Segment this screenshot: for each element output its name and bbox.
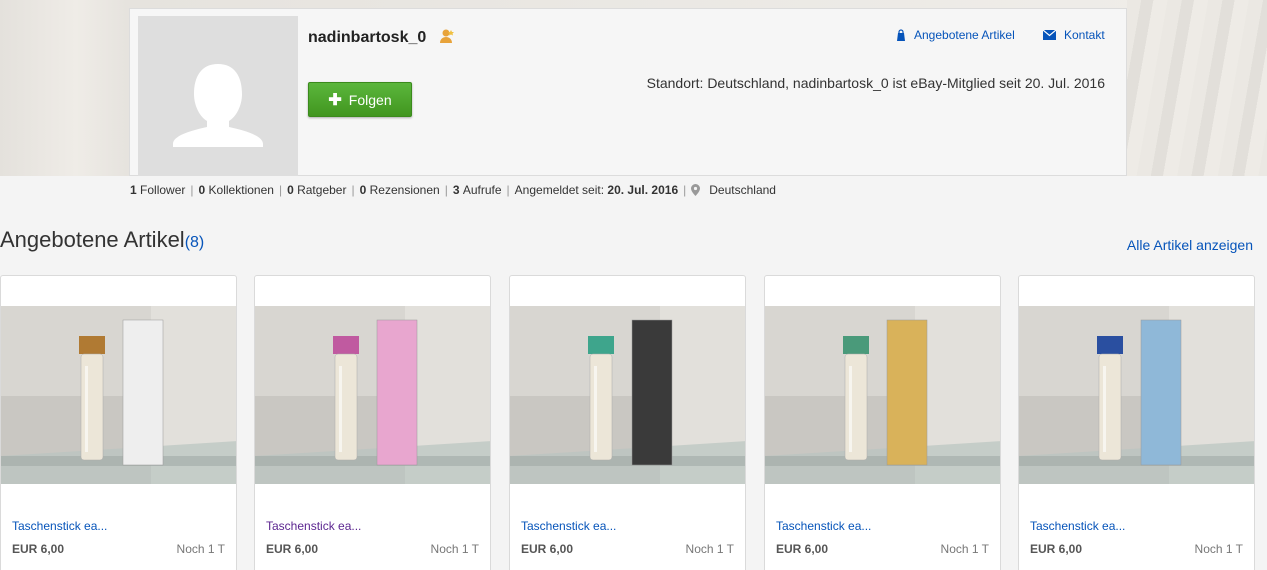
item-price: EUR 6,00 bbox=[12, 542, 65, 556]
item-photo[interactable] bbox=[1019, 306, 1254, 484]
user-silhouette-icon bbox=[138, 16, 298, 176]
location-label: Deutschland bbox=[709, 183, 776, 197]
item-card[interactable]: Taschenstick ea... EUR 6,00 Noch 1 T bbox=[509, 275, 746, 570]
divider: | bbox=[444, 183, 448, 197]
offered-items-link[interactable]: Angebotene Artikel bbox=[896, 28, 1015, 42]
new-member-badge-icon bbox=[439, 28, 455, 49]
item-photo[interactable] bbox=[255, 306, 490, 484]
item-title[interactable]: Taschenstick ea... bbox=[12, 519, 107, 533]
contact-link[interactable]: Kontakt bbox=[1043, 28, 1105, 42]
guides-label[interactable]: Ratgeber bbox=[297, 183, 346, 197]
section-item-count[interactable]: (8) bbox=[185, 234, 205, 251]
bag-icon bbox=[897, 29, 905, 41]
followers-label[interactable]: Follower bbox=[140, 183, 185, 197]
item-card[interactable]: Taschenstick ea... EUR 6,00 Noch 1 T bbox=[1018, 275, 1255, 570]
item-photo[interactable] bbox=[510, 306, 745, 484]
username[interactable]: nadinbartosk_0 bbox=[308, 29, 426, 47]
item-card[interactable]: Taschenstick ea... EUR 6,00 Noch 1 T bbox=[0, 275, 237, 570]
reviews-label[interactable]: Rezensionen bbox=[370, 183, 440, 197]
collections-label[interactable]: Kollektionen bbox=[209, 183, 274, 197]
divider: | bbox=[278, 183, 283, 197]
avatar[interactable] bbox=[138, 16, 298, 176]
item-title[interactable]: Taschenstick ea... bbox=[521, 519, 616, 533]
item-time-left: Noch 1 T bbox=[940, 542, 989, 556]
envelope-icon bbox=[1043, 30, 1056, 40]
follow-button[interactable]: ✚ Folgen bbox=[308, 82, 412, 117]
location-pin-icon bbox=[691, 184, 701, 196]
stats-bar: 1 Follower | 0 Kollektionen | 0 Ratgeber… bbox=[130, 183, 776, 197]
item-time-left: Noch 1 T bbox=[176, 542, 225, 556]
item-card[interactable]: Taschenstick ea... EUR 6,00 Noch 1 T bbox=[254, 275, 491, 570]
collections-count: 0 bbox=[198, 183, 206, 197]
section-title: Angebotene Artikel(8) bbox=[0, 227, 204, 253]
divider: | bbox=[190, 183, 194, 197]
views-count: 3 bbox=[452, 183, 460, 197]
guides-count: 0 bbox=[287, 183, 294, 197]
item-price: EUR 6,00 bbox=[521, 542, 574, 556]
views-label: Aufrufe bbox=[462, 183, 502, 197]
plus-icon: ✚ bbox=[328, 91, 342, 109]
member-since-label: Angemeldet seit: bbox=[514, 183, 605, 197]
followers-count: 1 bbox=[130, 183, 137, 197]
offered-items-label: Angebotene Artikel bbox=[914, 28, 1015, 42]
item-photo[interactable] bbox=[765, 306, 1000, 484]
reviews-count: 0 bbox=[359, 183, 367, 197]
divider: | bbox=[351, 183, 355, 197]
divider: | bbox=[506, 183, 510, 197]
item-title[interactable]: Taschenstick ea... bbox=[776, 519, 871, 533]
follow-label: Folgen bbox=[348, 91, 392, 108]
item-time-left: Noch 1 T bbox=[430, 542, 479, 556]
profile-card: nadinbartosk_0 ✚ Folgen Angebotene Artik… bbox=[129, 8, 1127, 176]
item-price: EUR 6,00 bbox=[1030, 542, 1083, 556]
item-time-left: Noch 1 T bbox=[1194, 542, 1243, 556]
item-title[interactable]: Taschenstick ea... bbox=[266, 519, 361, 533]
item-title[interactable]: Taschenstick ea... bbox=[1030, 519, 1125, 533]
item-photo[interactable] bbox=[1, 306, 236, 484]
view-all-items-link[interactable]: Alle Artikel anzeigen bbox=[1127, 237, 1253, 253]
divider: | bbox=[683, 183, 687, 197]
section-title-text: Angebotene Artikel bbox=[0, 227, 185, 252]
item-price: EUR 6,00 bbox=[266, 542, 319, 556]
item-price: EUR 6,00 bbox=[776, 542, 829, 556]
contact-label: Kontakt bbox=[1064, 28, 1105, 42]
location-membership-text: Standort: Deutschland, nadinbartosk_0 is… bbox=[646, 75, 1105, 91]
item-card[interactable]: Taschenstick ea... EUR 6,00 Noch 1 T bbox=[764, 275, 1001, 570]
item-time-left: Noch 1 T bbox=[685, 542, 734, 556]
member-since-date: 20. Jul. 2016 bbox=[607, 183, 679, 197]
